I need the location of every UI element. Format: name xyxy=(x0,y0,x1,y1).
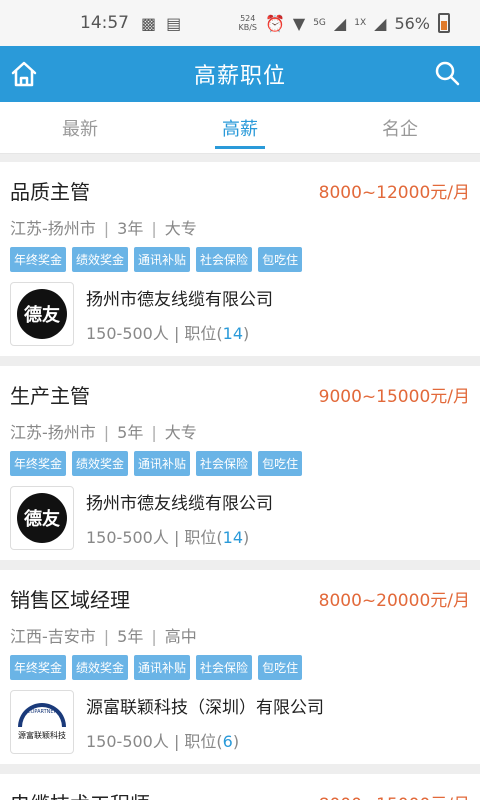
company-row[interactable]: 德友 扬州市德友线缆有限公司 150-500人 | 职位(14) xyxy=(10,282,470,346)
benefit-tag: 年终奖金 xyxy=(10,247,67,272)
tab-high-salary[interactable]: 高薪 xyxy=(160,102,320,153)
position-count: 6 xyxy=(222,731,233,751)
benefit-tag: 通讯补贴 xyxy=(134,451,191,476)
status-bar: 14:57 ▩ ▤ 524 KB/S ⏰ ▼ 5G ◢ 1X ◢ 56% xyxy=(0,0,480,46)
benefit-tag: 年终奖金 xyxy=(10,655,67,680)
signal-icon-2: ◢ xyxy=(374,13,387,33)
job-experience: 5年 xyxy=(117,627,144,646)
job-salary: 8000~12000元/月 xyxy=(318,183,470,203)
job-experience: 3年 xyxy=(117,219,144,238)
benefit-tags: 年终奖金 绩效奖金 通讯补贴 社会保险 包吃住 xyxy=(10,655,470,680)
company-row[interactable]: COPARTNER 源富联颖科技 源富联颖科技（深圳）有限公司 150-500人… xyxy=(10,690,470,754)
job-salary: 9000~15000元/月 xyxy=(318,387,470,407)
home-icon[interactable] xyxy=(10,60,38,88)
company-row[interactable]: 德友 扬州市德友线缆有限公司 150-500人 | 职位(14) xyxy=(10,486,470,550)
benefit-tag: 社会保险 xyxy=(196,655,253,680)
image-icon: ▤ xyxy=(166,13,182,33)
job-experience: 5年 xyxy=(117,423,144,442)
benefit-tag: 通讯补贴 xyxy=(134,655,191,680)
job-meta: 江苏-扬州市 | 3年 | 大专 xyxy=(10,219,197,238)
sim-label: 1X xyxy=(354,18,367,28)
job-location: 江西-吉安市 xyxy=(10,627,96,646)
company-stats: 150-500人 | 职位(14) xyxy=(86,527,250,547)
job-location: 江苏-扬州市 xyxy=(10,423,96,442)
company-logo: COPARTNER 源富联颖科技 xyxy=(10,690,74,754)
company-stats: 150-500人 | 职位(6) xyxy=(86,731,240,751)
company-name: 扬州市德友线缆有限公司 xyxy=(86,289,273,310)
company-size: 150-500人 xyxy=(86,527,169,547)
notification-icons: ▩ ▤ xyxy=(141,14,181,33)
job-salary: 8000~15000元/月 xyxy=(319,790,470,800)
benefit-tag: 社会保险 xyxy=(196,451,253,476)
job-title: 生产主管 xyxy=(10,384,90,408)
benefit-tags: 年终奖金 绩效奖金 通讯补贴 社会保险 包吃住 xyxy=(10,247,470,272)
yuanfu-logo: COPARTNER 源富联颖科技 xyxy=(14,703,70,741)
benefit-tag: 绩效奖金 xyxy=(72,451,129,476)
wifi-icon: ▼ xyxy=(292,13,306,33)
signal-icon: ◢ xyxy=(333,13,347,33)
job-card[interactable]: 销售区域经理 8000~20000元/月 江西-吉安市 | 5年 | 高中 年终奖金 绩… xyxy=(0,570,480,764)
company-size: 150-500人 xyxy=(86,731,169,751)
battery-icon xyxy=(438,13,450,33)
benefit-tag: 绩效奖金 xyxy=(72,655,129,680)
benefit-tag: 年终奖金 xyxy=(10,451,67,476)
job-meta: 江苏-扬州市 | 5年 | 大专 xyxy=(10,423,197,442)
battery-percent: 56% xyxy=(394,13,430,33)
job-title: 电缆技术工程师 xyxy=(10,788,150,800)
network-speed: 524 KB/S xyxy=(238,14,257,32)
company-logo: 德友 xyxy=(10,486,74,550)
job-education: 高中 xyxy=(164,627,197,646)
company-size: 150-500人 xyxy=(86,323,169,343)
benefit-tag: 包吃住 xyxy=(258,451,303,476)
search-icon[interactable] xyxy=(434,60,460,86)
status-right: 524 KB/S ⏰ ▼ 5G ◢ 1X ◢ 56% xyxy=(238,13,450,33)
tab-famous-companies[interactable]: 名企 xyxy=(320,102,480,153)
alarm-icon: ⏰ xyxy=(264,13,285,33)
job-list: 品质主管 8000~12000元/月 江苏-扬州市 | 3年 | 大专 年终奖金 绩效奖… xyxy=(0,162,480,800)
job-title: 品质主管 xyxy=(10,180,90,204)
job-location: 江苏-扬州市 xyxy=(10,219,96,238)
benefit-tag: 包吃住 xyxy=(258,655,303,680)
benefit-tag: 包吃住 xyxy=(258,247,303,272)
position-count: 14 xyxy=(222,323,244,343)
app-bar: 高薪职位 xyxy=(0,46,480,102)
job-salary: 8000~20000元/月 xyxy=(318,591,470,611)
status-time: 14:57 xyxy=(80,13,129,33)
company-name: 源富联颖科技（深圳）有限公司 xyxy=(86,697,324,718)
job-card[interactable]: 生产主管 9000~15000元/月 江苏-扬州市 | 5年 | 大专 年终奖金 绩效奖… xyxy=(0,366,480,560)
benefit-tag: 绩效奖金 xyxy=(72,247,129,272)
deyou-logo-text: 德友 xyxy=(17,289,67,339)
position-count: 14 xyxy=(222,527,244,547)
job-education: 大专 xyxy=(164,423,197,442)
company-stats: 150-500人 | 职位(14) xyxy=(86,323,250,343)
download-icon: ▩ xyxy=(141,13,157,33)
job-education: 大专 xyxy=(164,219,197,238)
benefit-tag: 通讯补贴 xyxy=(134,247,191,272)
job-card[interactable]: 品质主管 8000~12000元/月 江苏-扬州市 | 3年 | 大专 年终奖金 绩效奖… xyxy=(0,162,480,356)
job-title: 销售区域经理 xyxy=(10,588,130,612)
deyou-logo-text: 德友 xyxy=(17,493,67,543)
logo-top-text: COPARTNER xyxy=(26,709,58,715)
net-type: 5G xyxy=(313,18,326,28)
job-meta: 江西-吉安市 | 5年 | 高中 xyxy=(10,627,197,646)
company-logo: 德友 xyxy=(10,282,74,346)
tab-latest[interactable]: 最新 xyxy=(0,102,160,153)
page-title: 高薪职位 xyxy=(193,64,286,89)
tab-bar: 最新 高薪 名企 xyxy=(0,102,480,154)
logo-cn-text: 源富联颖科技 xyxy=(18,731,66,740)
company-name: 扬州市德友线缆有限公司 xyxy=(86,493,273,514)
job-card[interactable]: 电缆技术工程师 8000~15000元/月 xyxy=(0,774,480,800)
benefit-tags: 年终奖金 绩效奖金 通讯补贴 社会保险 包吃住 xyxy=(10,451,470,476)
benefit-tag: 社会保险 xyxy=(196,247,253,272)
